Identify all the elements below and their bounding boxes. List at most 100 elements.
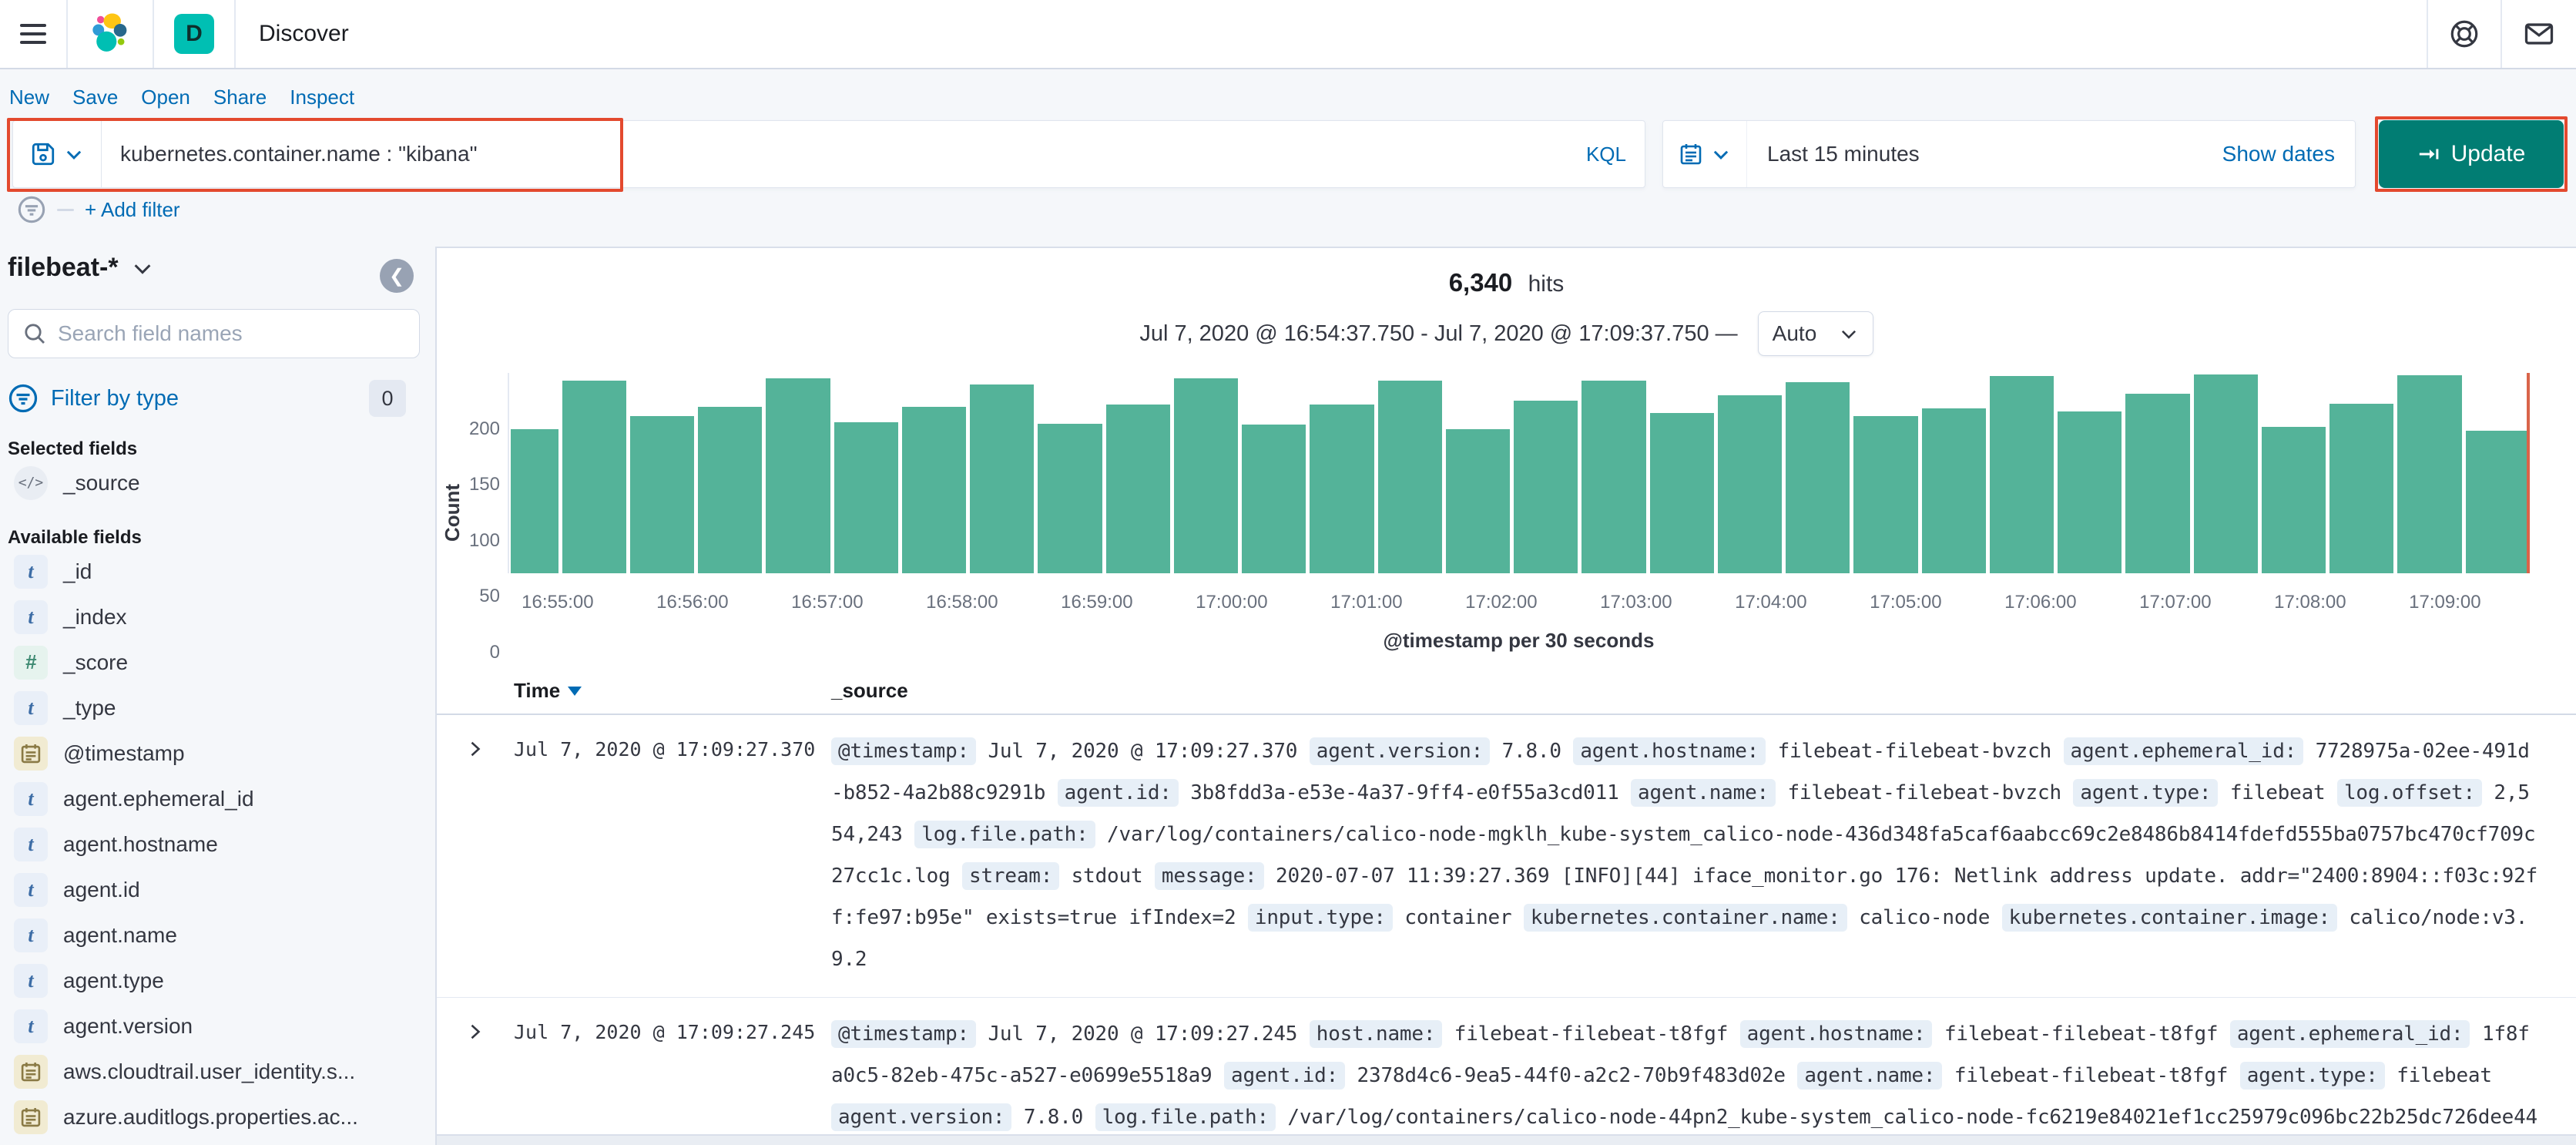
field-item-azure.auditlogs.properties.ac...[interactable]: azure.auditlogs.properties.ac... bbox=[8, 1094, 420, 1140]
histogram-bar[interactable] bbox=[2261, 426, 2326, 573]
filter-by-type-button[interactable]: Filter by type bbox=[51, 386, 179, 411]
menu-link-inspect[interactable]: Inspect bbox=[290, 86, 354, 109]
source-field-pair[interactable]: agent.hostname: filebeat-filebeat-t8fgf bbox=[1739, 1020, 2219, 1048]
kql-query-input[interactable] bbox=[102, 142, 1568, 166]
source-field-pair[interactable]: input.type: container bbox=[1247, 904, 1512, 932]
field-label: _index bbox=[63, 604, 127, 629]
field-item-_score[interactable]: # _score bbox=[8, 640, 420, 685]
source-field-pair[interactable]: stream: stdout bbox=[962, 862, 1143, 890]
menu-link-save[interactable]: Save bbox=[72, 86, 118, 109]
show-dates-button[interactable]: Show dates bbox=[2202, 142, 2355, 166]
histogram-bar[interactable] bbox=[2193, 374, 2258, 573]
field-item-aws.cloudtrail.user_identity.s...[interactable]: aws.cloudtrail.user_identity.s... bbox=[8, 1049, 420, 1094]
collapse-sidebar-button[interactable]: ❮ bbox=[380, 259, 414, 293]
field-item-agent.hostname[interactable]: t agent.hostname bbox=[8, 821, 420, 867]
field-item-agent.ephemeral_id[interactable]: t agent.ephemeral_id bbox=[8, 776, 420, 821]
histogram-bar[interactable] bbox=[1038, 423, 1102, 573]
histogram-bar[interactable] bbox=[901, 406, 967, 573]
histogram-bar[interactable] bbox=[511, 428, 558, 573]
time-column-header[interactable]: Time bbox=[514, 679, 831, 703]
field-item-agent.name[interactable]: t agent.name bbox=[8, 912, 420, 958]
histogram-bar[interactable] bbox=[1853, 416, 1918, 573]
field-item-@timestamp[interactable]: @timestamp bbox=[8, 730, 420, 776]
source-field-value: Jul 7, 2020 @ 17:09:27.245 bbox=[988, 1022, 1298, 1046]
app-badge-cell[interactable]: D bbox=[154, 0, 234, 68]
field-item-_id[interactable]: t _id bbox=[8, 549, 420, 594]
histogram-bar[interactable] bbox=[2329, 403, 2394, 573]
saved-query-menu-button[interactable] bbox=[13, 121, 102, 187]
field-type-string-icon: t bbox=[14, 827, 48, 861]
discover-main-panel: 6,340 hits Jul 7, 2020 @ 16:54:37.750 - … bbox=[435, 247, 2576, 1145]
menu-link-new[interactable]: New bbox=[9, 86, 49, 109]
newsfeed-button[interactable] bbox=[2502, 0, 2576, 68]
histogram-bar[interactable] bbox=[1581, 381, 1646, 573]
source-column-header[interactable]: _source bbox=[831, 679, 908, 703]
source-field-pair[interactable]: agent.type: filebeat bbox=[2239, 1062, 2492, 1090]
histogram-bar[interactable] bbox=[1445, 428, 1511, 573]
source-field-pair[interactable]: agent.id: 2378d4c6-9ea5-44f0-a2c2-70b9f4… bbox=[1223, 1062, 1786, 1090]
date-quick-select-button[interactable] bbox=[1663, 121, 1747, 187]
histogram-bar[interactable] bbox=[2125, 394, 2190, 573]
main-menu-button[interactable] bbox=[0, 0, 66, 68]
field-label: aws.cloudtrail.user_identity.s... bbox=[63, 1059, 356, 1083]
x-tick-label: 16:57:00 bbox=[791, 592, 864, 613]
source-field-pair[interactable]: host.name: filebeat-filebeat-t8fgf bbox=[1309, 1020, 1729, 1048]
field-item-_type[interactable]: t _type bbox=[8, 685, 420, 730]
histogram-bar[interactable] bbox=[970, 384, 1035, 573]
histogram-bar[interactable] bbox=[1921, 408, 1986, 573]
menu-link-open[interactable]: Open bbox=[141, 86, 190, 109]
add-filter-button[interactable]: + Add filter bbox=[85, 198, 180, 222]
histogram-bar[interactable] bbox=[629, 416, 695, 573]
field-item-_index[interactable]: t _index bbox=[8, 594, 420, 640]
source-field-pair[interactable]: agent.version: 7.8.0 bbox=[1309, 737, 1561, 765]
field-item-agent.version[interactable]: t agent.version bbox=[8, 1003, 420, 1049]
time-range-value[interactable]: Last 15 minutes bbox=[1747, 142, 1940, 166]
source-field-pair[interactable]: kubernetes.container.name: calico-node bbox=[1523, 904, 1990, 932]
histogram-bar[interactable] bbox=[766, 378, 830, 573]
field-search-input[interactable] bbox=[58, 321, 405, 346]
menu-link-share[interactable]: Share bbox=[213, 86, 267, 109]
histogram-bar[interactable] bbox=[1173, 378, 1239, 573]
field-item-agent.id[interactable]: t agent.id bbox=[8, 867, 420, 912]
field-label: agent.version bbox=[63, 1013, 193, 1038]
histogram-bar[interactable] bbox=[562, 381, 626, 573]
histogram-plot-area[interactable] bbox=[508, 373, 2530, 573]
histogram-bar[interactable] bbox=[1514, 401, 1578, 573]
histogram-bar[interactable] bbox=[2397, 375, 2462, 573]
histogram-bar[interactable] bbox=[2465, 430, 2530, 573]
source-field-pair[interactable]: @timestamp: Jul 7, 2020 @ 17:09:27.245 bbox=[831, 1020, 1297, 1048]
query-language-button[interactable]: KQL bbox=[1568, 143, 1645, 166]
histogram-bar[interactable] bbox=[1786, 382, 1850, 573]
histogram-bar[interactable] bbox=[1377, 381, 1442, 573]
histogram-bar[interactable] bbox=[698, 406, 763, 573]
x-tick-label: 17:00:00 bbox=[1196, 592, 1268, 613]
bottom-scroll-strip[interactable] bbox=[437, 1134, 2576, 1145]
histogram-bar[interactable] bbox=[2058, 411, 2122, 573]
source-field-pair[interactable]: agent.name: filebeat-filebeat-t8fgf bbox=[1797, 1062, 2228, 1090]
update-button[interactable]: Update bbox=[2379, 120, 2564, 188]
filter-circle-icon[interactable] bbox=[17, 195, 46, 224]
source-field-pair[interactable]: @timestamp: Jul 7, 2020 @ 17:09:27.370 bbox=[831, 737, 1297, 765]
source-field-pair[interactable]: agent.type: filebeat bbox=[2073, 779, 2326, 807]
help-button[interactable] bbox=[2428, 0, 2501, 68]
expand-row-button[interactable] bbox=[437, 1013, 514, 1041]
histogram-bar[interactable] bbox=[1717, 395, 1783, 573]
source-field-pair[interactable]: agent.version: 7.8.0 bbox=[831, 1103, 1083, 1131]
interval-select[interactable]: Auto bbox=[1757, 311, 1873, 356]
field-item-agent.type[interactable]: t agent.type bbox=[8, 958, 420, 1003]
histogram-bar[interactable] bbox=[1105, 404, 1170, 573]
source-field-key: agent.ephemeral_id: bbox=[2229, 1020, 2470, 1048]
field-item-_source[interactable]: </> _source bbox=[8, 460, 420, 505]
elastic-home-button[interactable] bbox=[68, 0, 153, 68]
source-field-pair[interactable]: agent.hostname: filebeat-filebeat-bvzch bbox=[1573, 737, 2051, 765]
histogram-bar[interactable] bbox=[1649, 413, 1714, 573]
source-field-value: filebeat-filebeat-t8fgf bbox=[1454, 1022, 1729, 1046]
histogram-bar[interactable] bbox=[1989, 376, 2054, 573]
source-field-pair[interactable]: agent.name: filebeat-filebeat-bvzch bbox=[1631, 779, 2061, 807]
source-field-pair[interactable]: agent.id: 3b8fdd3a-e53e-4a37-9ff4-e0f55a… bbox=[1057, 779, 1619, 807]
histogram-bar[interactable] bbox=[1242, 424, 1306, 573]
expand-row-button[interactable] bbox=[437, 730, 514, 758]
histogram-bar[interactable] bbox=[1310, 404, 1374, 573]
histogram-bar[interactable] bbox=[834, 422, 898, 573]
index-pattern-picker[interactable]: filebeat-* bbox=[8, 253, 420, 283]
